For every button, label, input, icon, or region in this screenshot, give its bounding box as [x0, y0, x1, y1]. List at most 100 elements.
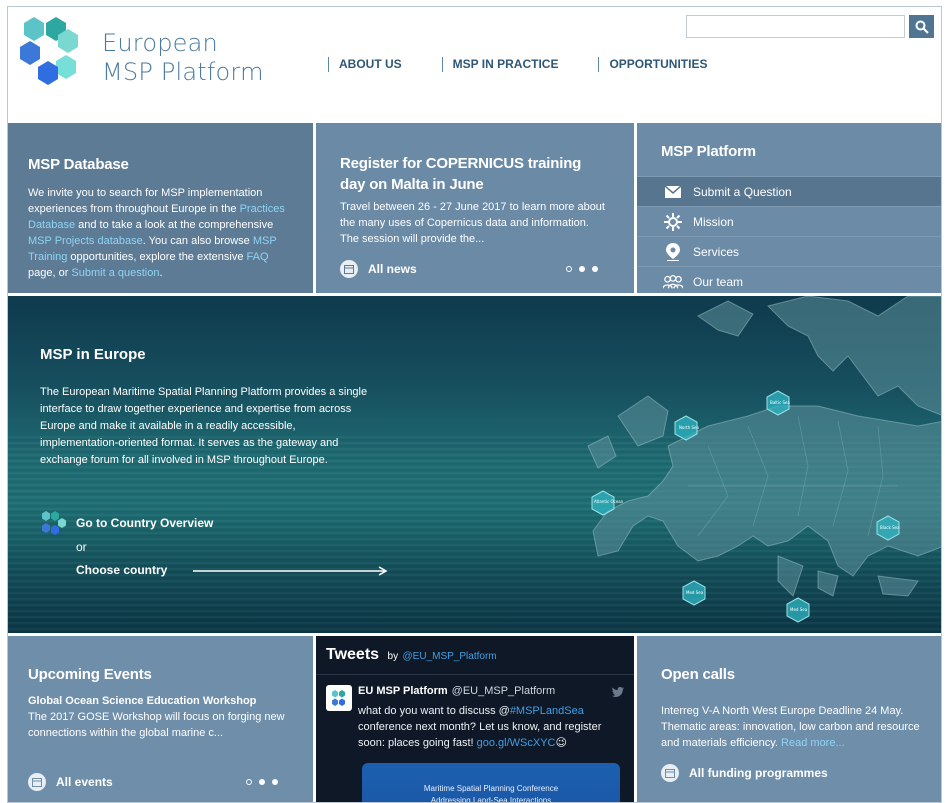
news-title[interactable]: Register for COPERNICUS training day on …	[340, 153, 600, 195]
card-line-1: Maritime Spatial Planning Conference	[423, 784, 559, 793]
nav-opportunities[interactable]: OPPORTUNITIES	[598, 57, 707, 72]
sea-label: Med Sea	[790, 607, 808, 612]
card-line-2: Addressing Land-Sea Interactions	[430, 796, 552, 803]
panel-title: MSP Database	[28, 156, 129, 173]
text: .	[159, 267, 163, 279]
main-nav: ABOUT US MSP IN PRACTICE OPPORTUNITIES	[328, 57, 747, 72]
calendar-icon	[340, 260, 358, 278]
tweet-item[interactable]: EU MSP Platform @EU_MSP_Platform what do …	[316, 674, 634, 803]
nav-msp-in-practice[interactable]: MSP IN PRACTICE	[441, 57, 558, 72]
text: . You can also browse	[142, 235, 253, 247]
tweet-author[interactable]: EU MSP Platform @EU_MSP_Platform	[358, 685, 555, 697]
upcoming-events-panel: Upcoming Events Global Ocean Science Edu…	[8, 636, 313, 802]
country-overview-link[interactable]: Go to Country Overview	[40, 510, 393, 536]
twitter-bird-icon	[612, 687, 624, 697]
choose-country-link[interactable]: Choose country	[40, 559, 393, 582]
menu-item-our-team[interactable]: Our team	[637, 266, 941, 293]
hashtag-link[interactable]: #MSPLandSea	[510, 705, 584, 717]
go-to-country-overview-label: Go to Country Overview	[76, 515, 214, 530]
gear-icon	[663, 212, 683, 231]
nav-about-us[interactable]: ABOUT US	[328, 57, 402, 72]
brand-line-1: European	[102, 29, 218, 57]
avatar[interactable]	[326, 685, 352, 711]
tweet-author-handle: @EU_MSP_Platform	[451, 685, 556, 697]
search-input[interactable]	[686, 15, 905, 38]
tweets-by: by	[387, 651, 399, 662]
event-text: The 2017 GOSE Workshop will focus on for…	[28, 711, 285, 739]
menu-item-services[interactable]: Services	[637, 236, 941, 266]
text: page, or	[28, 267, 72, 279]
sea-label: Black Sea	[880, 525, 900, 530]
brand-line-2: MSP Platform	[102, 58, 264, 86]
europe-map[interactable]: North Sea Baltic Sea Atlantic Ocean Blac…	[578, 296, 942, 633]
msp-database-panel: MSP Database We invite you to search for…	[8, 123, 313, 293]
carousel-dot[interactable]	[592, 266, 598, 272]
panel-title: Upcoming Events	[28, 666, 152, 683]
news-panel: Register for COPERNICUS training day on …	[316, 123, 634, 293]
carousel-dot[interactable]	[246, 779, 252, 785]
site-header: European MSP Platform ABOUT US MSP IN PR…	[8, 7, 941, 122]
text: what do you want to discuss @	[358, 705, 510, 717]
wink-emoji: 😉	[555, 737, 567, 749]
arrow-right-icon	[193, 565, 388, 576]
read-more-link[interactable]: Read more...	[781, 737, 845, 749]
all-events-label: All events	[56, 775, 113, 789]
sea-label: Atlantic Ocean	[594, 499, 624, 504]
database-description: We invite you to search for MSP implemen…	[28, 185, 298, 281]
news-carousel-dots	[566, 266, 598, 272]
tweets-title: Tweets	[326, 646, 380, 663]
all-news-link[interactable]: All news	[340, 260, 417, 278]
search-button[interactable]	[909, 15, 934, 38]
tweet-text: what do you want to discuss @#MSPLandSea…	[358, 703, 620, 751]
tweets-heading: Tweets by @EU_MSP_Platform	[326, 646, 497, 664]
sea-label: Med Sea	[686, 590, 704, 595]
hero-title: MSP in Europe	[40, 346, 146, 363]
map-pin-icon	[663, 242, 683, 261]
hexagon-cluster-icon	[42, 511, 66, 535]
all-events-link[interactable]: All events	[28, 773, 113, 791]
all-funding-programmes-link[interactable]: All funding programmes	[661, 764, 828, 782]
text: and to take a look at the comprehensive	[75, 219, 274, 231]
calendar-icon	[28, 773, 46, 791]
carousel-dot[interactable]	[579, 266, 585, 272]
submit-question-link[interactable]: Submit a question	[71, 267, 159, 279]
hero-text: The European Maritime Spatial Planning P…	[40, 386, 368, 466]
all-news-label: All news	[368, 262, 417, 276]
msp-platform-panel: MSP Platform Submit a Question Mission S…	[637, 123, 941, 293]
carousel-dot[interactable]	[272, 779, 278, 785]
tweets-handle-link[interactable]: @EU_MSP_Platform	[403, 651, 497, 662]
news-text: Travel between 26 - 27 June 2017 to lear…	[340, 201, 605, 245]
call-text: Interreg V-A North West Europe Deadline …	[661, 703, 931, 751]
msp-logo-icon[interactable]	[16, 15, 96, 95]
msp-in-europe-hero: North Sea Baltic Sea Atlantic Ocean Blac…	[8, 296, 942, 633]
sea-label: North Sea	[679, 425, 699, 430]
carousel-dot[interactable]	[259, 779, 265, 785]
platform-menu: Submit a Question Mission Services Our t…	[637, 176, 941, 293]
faq-link[interactable]: FAQ	[247, 251, 269, 263]
or-label: or	[76, 540, 87, 554]
people-icon	[663, 273, 683, 291]
panel-title: Open calls	[661, 666, 735, 683]
tweet-media-card[interactable]: Maritime Spatial Planning Conference Add…	[362, 763, 620, 803]
menu-item-label: Mission	[693, 214, 734, 229]
brand-name[interactable]: European MSP Platform	[102, 29, 264, 87]
event-title[interactable]: Global Ocean Science Education Workshop	[28, 693, 256, 709]
search-icon	[915, 20, 929, 34]
msp-projects-database-link[interactable]: MSP Projects database	[28, 235, 143, 247]
menu-item-label: Our team	[693, 274, 744, 289]
menu-item-mission[interactable]: Mission	[637, 206, 941, 236]
envelope-icon	[663, 183, 683, 201]
menu-item-label: Submit a Question	[693, 184, 792, 199]
calendar-icon	[661, 764, 679, 782]
tweet-author-name: EU MSP Platform	[358, 685, 448, 697]
sea-label: Baltic Sea	[770, 400, 790, 405]
tweet-url-link[interactable]: goo.gl/WScXYC	[477, 737, 556, 749]
panel-title: MSP Platform	[661, 143, 756, 160]
all-funding-programmes-label: All funding programmes	[689, 766, 828, 780]
text: We invite you to search for MSP implemen…	[28, 187, 263, 215]
text: opportunities, explore the extensive	[67, 251, 247, 263]
tweets-panel: Tweets by @EU_MSP_Platform EU MSP Platfo…	[316, 636, 634, 803]
menu-item-submit-question[interactable]: Submit a Question	[637, 176, 941, 206]
carousel-dot[interactable]	[566, 266, 572, 272]
menu-item-label: Services	[693, 244, 740, 259]
